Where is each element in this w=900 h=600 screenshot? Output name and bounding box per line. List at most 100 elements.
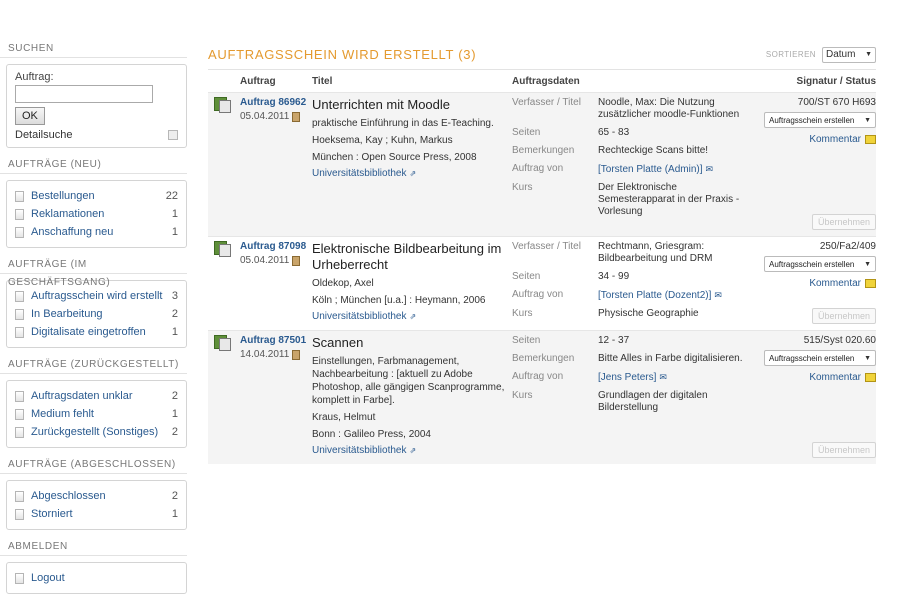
search-box: Auftrag: OK Detailsuche [6, 64, 187, 148]
sidebar-item[interactable]: Reklamationen 1 [15, 205, 178, 223]
column-header-auftragsdaten: Auftragsdaten [512, 75, 580, 87]
sidebar-item[interactable]: Storniert 1 [15, 505, 178, 523]
sidebar-item-count: 1 [171, 408, 178, 420]
chevron-down-icon: ▼ [864, 260, 871, 268]
order-bib-line: Hoeksema, Kay ; Kuhn, Markus [312, 135, 453, 146]
document-icon [15, 390, 24, 402]
order-title: Unterrichten mit Moodle [312, 97, 450, 112]
order-data-key: Seiten [512, 271, 541, 282]
sidebar-group-header: AUFTRÄGE (NEU) [0, 156, 187, 174]
sidebar-item-count: 1 [171, 508, 178, 520]
order-data-key: Seiten [512, 127, 541, 138]
sidebar-item[interactable]: Logout [15, 569, 178, 587]
order-data-row: Auftrag von [Torsten Platte (Dozent2)] ✉ [512, 289, 752, 302]
mail-icon[interactable]: ✉ [659, 372, 667, 382]
sidebar-item-label: Zurückgestellt (Sonstiges) [31, 426, 159, 438]
sidebar-item-label: Anschaffung neu [31, 226, 114, 238]
order-data-value: Physische Geographie [598, 308, 699, 319]
mail-icon[interactable]: ✉ [714, 290, 722, 300]
sidebar-item[interactable]: Medium fehlt 1 [15, 405, 178, 423]
order-data-key: Seiten [512, 335, 541, 346]
sidebar-item-count: 3 [171, 290, 178, 302]
order-data-row: Auftrag von [Jens Peters] ✉ [512, 371, 752, 384]
sort-label: SORTIEREN [765, 50, 816, 59]
sidebar-item[interactable]: Bestellungen 22 [15, 187, 178, 205]
sidebar-item[interactable]: Digitalisate eingetroffen 1 [15, 323, 178, 341]
document-icon [15, 326, 24, 338]
order-date: 14.04.2011 [240, 349, 290, 360]
status-select[interactable]: Auftragsschein erstellen ▼ [764, 256, 876, 272]
take-over-button[interactable]: Übernehmen [812, 214, 876, 230]
sidebar: SUCHEN Auftrag: OK Detailsuche AUFTRÄGE … [0, 40, 187, 600]
sidebar-item-label: Bestellungen [31, 190, 95, 202]
sidebar-item-count: 1 [171, 326, 178, 338]
status-select[interactable]: Auftragsschein erstellen ▼ [764, 350, 876, 366]
note-icon [865, 135, 876, 144]
library-link[interactable]: Universitätsbibliothek [312, 445, 407, 456]
sort-select[interactable]: Datum ▼ [822, 46, 876, 63]
detail-search-link[interactable]: Detailsuche [15, 129, 72, 141]
chevron-down-icon: ▼ [864, 116, 871, 124]
order-data-value[interactable]: [Jens Peters] [598, 372, 656, 383]
document-icon [15, 190, 24, 202]
order-data-value: 34 - 99 [598, 271, 630, 282]
main-header: AUFTRAGSSCHEIN WIRD ERSTELLT (3) SORTIER… [208, 40, 876, 70]
order-id-link[interactable]: Auftrag 87501 [240, 335, 312, 346]
sidebar-item[interactable]: Anschaffung neu 1 [15, 223, 178, 241]
sidebar-item[interactable]: Zurückgestellt (Sonstiges) 2 [15, 423, 178, 441]
order-icon[interactable] [214, 97, 232, 113]
order-bib-line: Oldekop, Axel [312, 278, 374, 289]
order-icon[interactable] [214, 241, 232, 257]
order-bib-line: München : Open Source Press, 2008 [312, 152, 477, 163]
order-search-input[interactable] [15, 85, 153, 103]
status-value: Auftragsschein erstellen [769, 259, 855, 269]
order-data-row: Seiten 34 - 99 [512, 271, 752, 283]
order-data-row: Bemerkungen Rechteckige Scans bitte! [512, 145, 752, 157]
comment-link[interactable]: Kommentar [809, 278, 876, 289]
column-header-titel: Titel [312, 75, 333, 87]
order-data-value[interactable]: [Torsten Platte (Admin)] [598, 164, 702, 175]
sidebar-item[interactable]: Abgeschlossen 2 [15, 487, 178, 505]
order-data-value: Rechteckige Scans bitte! [598, 145, 709, 156]
document-icon [15, 490, 24, 502]
order-bib-line: Kraus, Helmut [312, 412, 376, 423]
order-data-row: Verfasser / Titel Noodle, Max: Die Nutzun… [512, 97, 752, 121]
order-data-value[interactable]: [Torsten Platte (Dozent2)] [598, 290, 711, 301]
order-data-value: Bitte Alles in Farbe digitalisieren. [598, 353, 743, 364]
expand-icon[interactable] [168, 130, 178, 140]
clipboard-icon[interactable] [292, 255, 301, 266]
order-data-row: Verfasser / Titel Rechtmann, Griesgram: B… [512, 241, 752, 265]
order-bib-line: Bonn : Galileo Press, 2004 [312, 429, 431, 440]
sidebar-item-count: 22 [165, 190, 178, 202]
comment-label: Kommentar [809, 134, 861, 145]
order-bib-line: praktische Einführung in das E-Teaching. [312, 118, 494, 129]
comment-link[interactable]: Kommentar [809, 372, 876, 383]
ok-button[interactable]: OK [15, 107, 45, 125]
sidebar-item[interactable]: Auftragsschein wird erstellt 3 [15, 287, 178, 305]
comment-link[interactable]: Kommentar [809, 134, 876, 145]
clipboard-icon[interactable] [292, 111, 301, 122]
sidebar-item[interactable]: In Bearbeitung 2 [15, 305, 178, 323]
sidebar-group-header: AUFTRÄGE (ABGESCHLOSSEN) [0, 456, 187, 474]
order-id-link[interactable]: Auftrag 86962 [240, 97, 312, 108]
take-over-button[interactable]: Übernehmen [812, 308, 876, 324]
sidebar-item-label: Logout [31, 572, 65, 584]
order-data-value: 65 - 83 [598, 127, 630, 138]
mail-icon[interactable]: ✉ [705, 164, 713, 174]
sidebar-item-count: 2 [171, 390, 178, 402]
library-link[interactable]: Universitätsbibliothek [312, 168, 407, 179]
column-header-auftrag: Auftrag [240, 75, 276, 87]
clipboard-icon[interactable] [292, 349, 301, 360]
order-bib-line: Einstellungen, Farbmanagement, Nachbearb… [312, 356, 505, 406]
order-id-link[interactable]: Auftrag 87098 [240, 241, 312, 252]
order-data-key: Auftrag von [512, 163, 564, 174]
order-bib-line: Köln ; München [u.a.] : Heymann, 2006 [312, 295, 486, 306]
status-select[interactable]: Auftragsschein erstellen ▼ [764, 112, 876, 128]
library-link[interactable]: Universitätsbibliothek [312, 311, 407, 322]
order-icon[interactable] [214, 335, 232, 351]
take-over-button[interactable]: Übernehmen [812, 442, 876, 458]
sidebar-group-header: ABMELDEN [0, 538, 187, 556]
detail-search-row[interactable]: Detailsuche [15, 129, 178, 141]
sidebar-item-count: 2 [171, 426, 178, 438]
sidebar-item[interactable]: Auftragsdaten unklar 2 [15, 387, 178, 405]
